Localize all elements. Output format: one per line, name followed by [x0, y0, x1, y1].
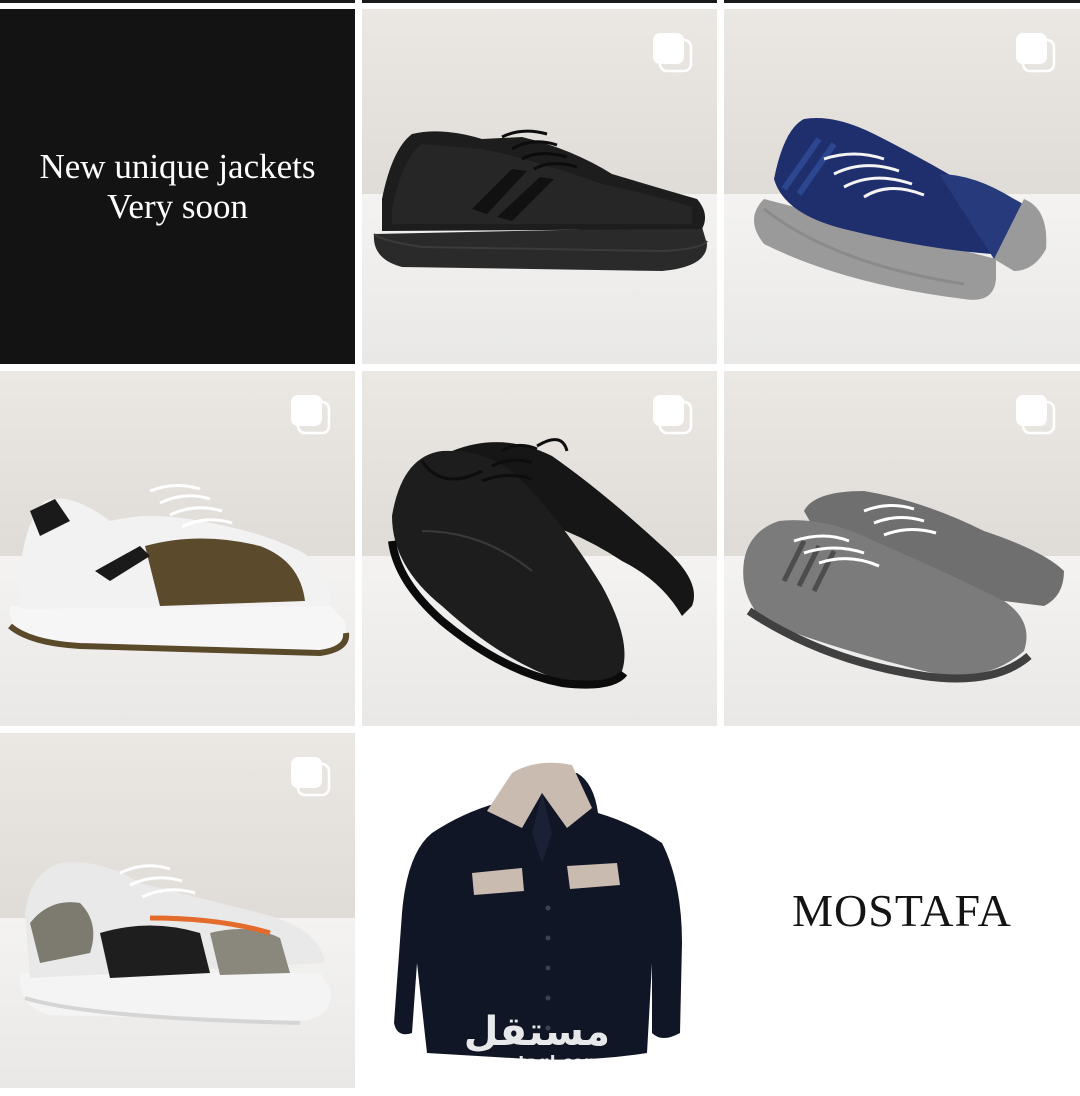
multiple-images-icon	[291, 395, 331, 435]
previous-row-edge	[362, 0, 717, 3]
post-tile-white-olive-sneaker[interactable]	[0, 371, 355, 726]
brand-name: MOSTAFA	[792, 885, 1012, 936]
multiple-images-icon	[291, 757, 331, 797]
multiple-images-icon	[1016, 33, 1056, 73]
post-tile-navy-jacket[interactable]	[362, 733, 717, 1088]
post-tile-chunky-grey-sneaker[interactable]	[0, 733, 355, 1088]
top-strip	[0, 0, 1080, 9]
post-tile-black-mesh-sneaker[interactable]	[362, 9, 717, 364]
previous-row-edge	[724, 0, 1080, 3]
navy-jacket-image	[394, 762, 682, 1060]
promo-line-1: New unique jackets	[39, 146, 316, 186]
post-tile-black-leather-derby[interactable]	[362, 371, 717, 726]
previous-row-edge	[0, 0, 355, 3]
post-tile-navy-canvas-sneaker[interactable]	[724, 9, 1080, 364]
promo-post-tile[interactable]: New unique jackets Very soon	[0, 9, 355, 364]
brand-post-tile[interactable]: MOSTAFA	[724, 733, 1080, 1088]
post-tile-grey-mesh-sneaker[interactable]	[724, 371, 1080, 726]
multiple-images-icon	[1016, 395, 1056, 435]
multiple-images-icon	[653, 33, 693, 73]
promo-text: New unique jackets Very soon	[0, 9, 355, 364]
multiple-images-icon	[653, 395, 693, 435]
promo-line-2: Very soon	[107, 186, 248, 226]
